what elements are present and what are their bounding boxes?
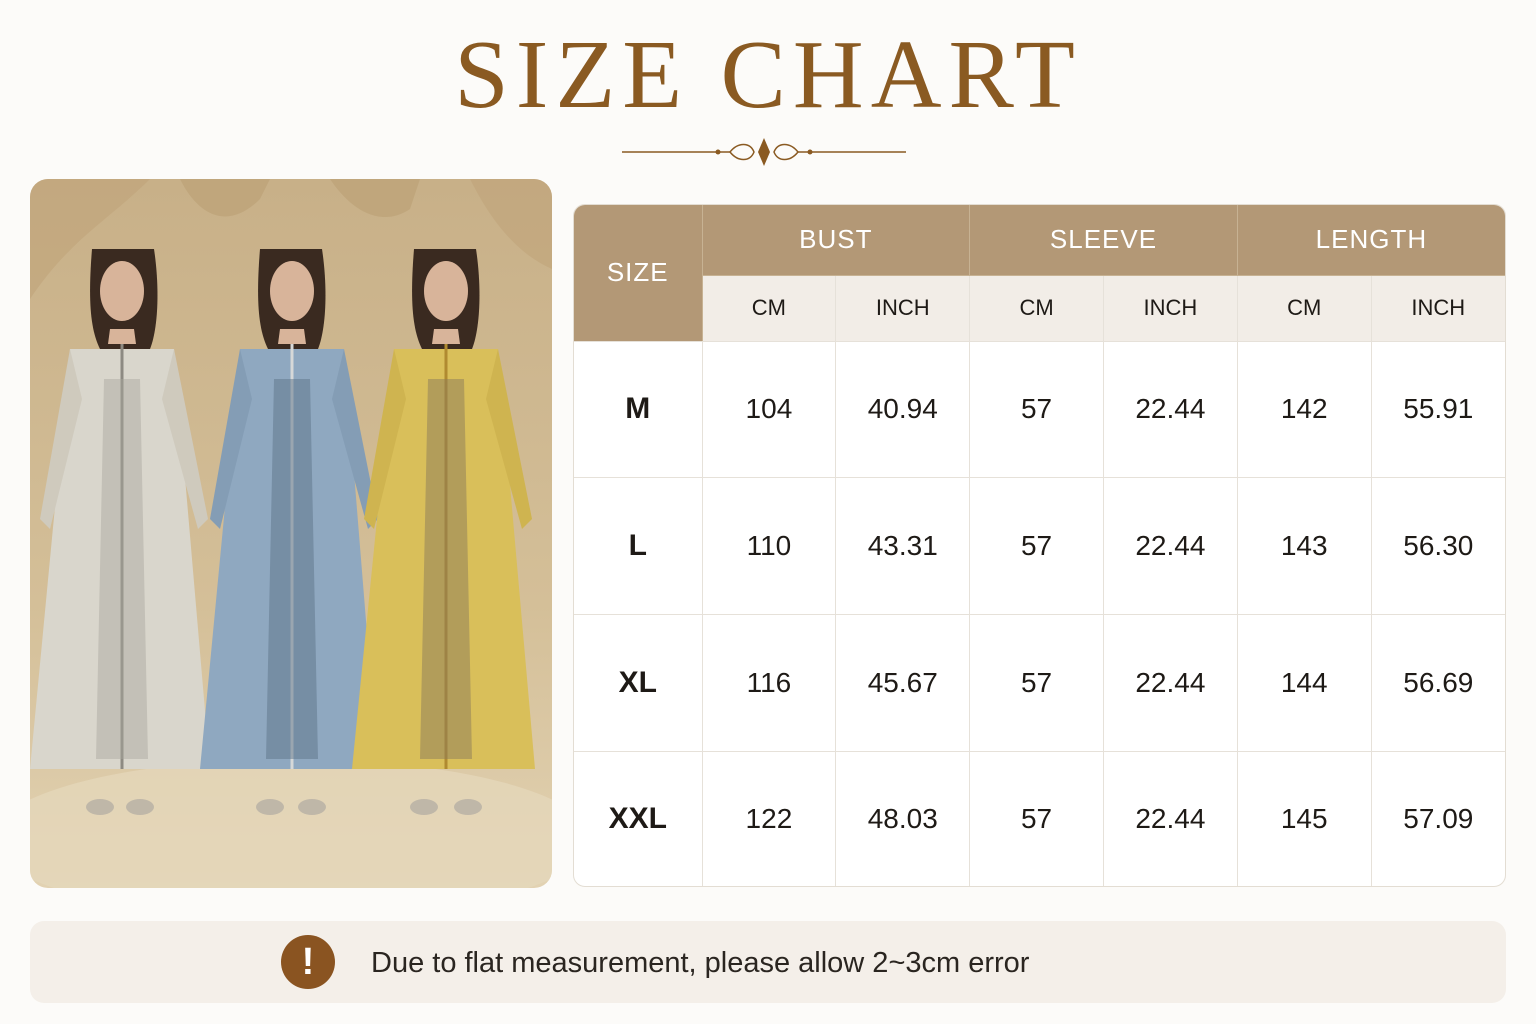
value-cell: 145 (1237, 751, 1372, 886)
table-row: XXL 122 48.03 57 22.44 145 57.09 (574, 751, 1505, 886)
size-cell: L (574, 477, 703, 615)
size-table: SIZE BUST SLEEVE LENGTH CM INCH CM INCH … (573, 204, 1506, 887)
value-cell: 48.03 (835, 751, 971, 886)
value-cell: 142 (1237, 341, 1372, 479)
value-cell: 56.30 (1371, 477, 1505, 615)
unit-header: CM (1237, 275, 1372, 342)
value-cell: 122 (702, 751, 837, 886)
value-cell: 22.44 (1103, 751, 1238, 886)
value-cell: 57 (969, 614, 1104, 752)
value-cell: 110 (702, 477, 837, 615)
value-cell: 22.44 (1103, 614, 1238, 752)
header-size: SIZE (574, 205, 703, 342)
value-cell: 43.31 (835, 477, 971, 615)
unit-header: INCH (1371, 275, 1505, 342)
value-cell: 116 (702, 614, 837, 752)
page-title: SIZE CHART (454, 21, 1082, 129)
value-cell: 104 (702, 341, 837, 479)
size-cell: XL (574, 614, 703, 752)
value-cell: 143 (1237, 477, 1372, 615)
value-cell: 22.44 (1103, 341, 1238, 479)
value-cell: 55.91 (1371, 341, 1505, 479)
table-row: XL 116 45.67 57 22.44 144 56.69 (574, 614, 1505, 752)
notice-text: Due to flat measurement, please allow 2~… (371, 947, 1030, 979)
size-cell: M (574, 341, 703, 479)
value-cell: 57 (969, 341, 1104, 479)
unit-header: CM (702, 275, 837, 342)
measurement-notice: ! Due to flat measurement, please allow … (30, 921, 1506, 1003)
value-cell: 22.44 (1103, 477, 1238, 615)
header-bust: BUST (702, 205, 971, 276)
value-cell: 57 (969, 477, 1104, 615)
size-cell: XXL (574, 751, 703, 886)
value-cell: 57.09 (1403, 802, 1474, 834)
value-cell: 56.69 (1371, 614, 1505, 752)
header-length: LENGTH (1237, 205, 1505, 276)
exclamation-icon: ! (281, 935, 335, 989)
value-cell: 57 (969, 751, 1104, 886)
table-row: L 110 43.31 57 22.44 143 56.30 (574, 477, 1505, 615)
header-sleeve: SLEEVE (969, 205, 1238, 276)
table-row: M 104 40.94 57 22.44 142 55.91 (574, 341, 1505, 479)
value-cell: 40.94 (835, 341, 971, 479)
product-photo (30, 179, 552, 888)
unit-header: INCH (835, 275, 971, 342)
ornament-divider-icon (622, 138, 906, 166)
value-cell: 45.67 (835, 614, 971, 752)
value-cell: 144 (1237, 614, 1372, 752)
unit-header: INCH (1103, 275, 1238, 342)
unit-header: CM (969, 275, 1104, 342)
